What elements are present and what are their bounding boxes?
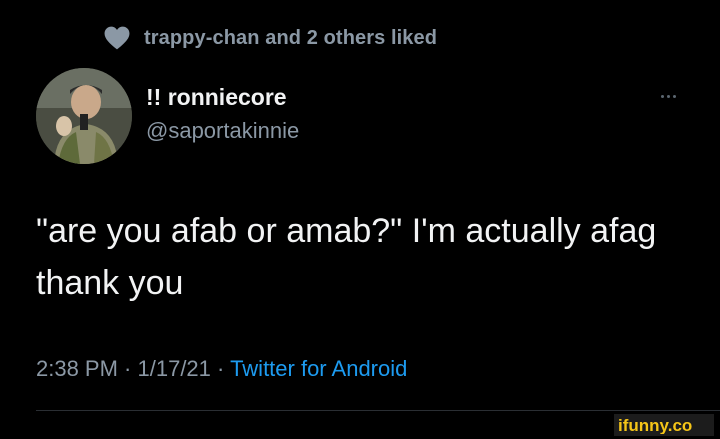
heart-icon [104, 26, 130, 50]
tweet-date[interactable]: 1/17/21 [138, 356, 211, 381]
meta-separator: · [210, 356, 231, 381]
social-context[interactable]: trappy-chan and 2 others liked [104, 22, 437, 54]
svg-text:ifunny.co: ifunny.co [618, 416, 692, 434]
tweet-time[interactable]: 2:38 PM [36, 356, 118, 381]
user-handle[interactable]: @saportakinnie [146, 118, 299, 144]
more-dots-icon [660, 94, 676, 98]
liked-by-text: trappy-chan and 2 others liked [144, 26, 438, 49]
more-options-button[interactable] [648, 86, 688, 106]
tweet-source-link[interactable]: Twitter for Android [230, 356, 407, 381]
meta-separator: · [117, 356, 138, 381]
ifunny-logo: ifunny.co [618, 416, 692, 434]
divider [36, 410, 720, 411]
ifunny-watermark: ifunny.co [614, 414, 714, 436]
tweet-meta: 2:38 PM · 1/17/21 · Twitter for Android [36, 356, 407, 382]
tweet-text: "are you afab or amab?" I'm actually afa… [36, 212, 657, 302]
display-name[interactable]: !! ronniecore [146, 84, 287, 111]
avatar-photo [36, 68, 132, 164]
watermark-bar [0, 415, 720, 439]
avatar[interactable] [36, 68, 132, 164]
